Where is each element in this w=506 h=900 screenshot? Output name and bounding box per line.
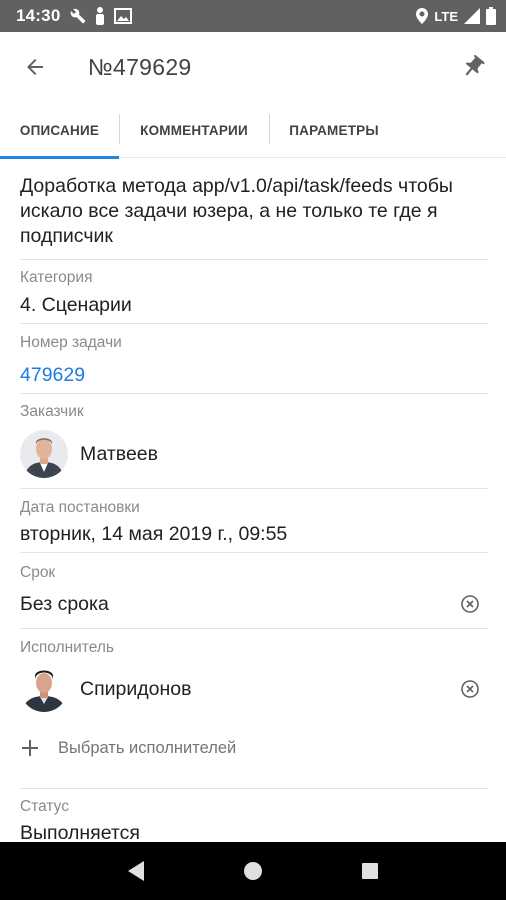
add-executors-label: Выбрать исполнителей <box>58 738 237 757</box>
date-value: вторник, 14 мая 2019 г., 09:55 <box>20 523 288 545</box>
location-icon <box>416 8 429 24</box>
recents-square-icon <box>361 863 378 879</box>
remove-executor-button[interactable] <box>458 677 482 701</box>
nav-back-button[interactable] <box>116 851 156 891</box>
tab-parameters[interactable]: ПАРАМЕТРЫ <box>269 102 399 158</box>
tab-description[interactable]: ОПИСАНИЕ <box>0 102 119 159</box>
tab-separator <box>119 114 120 144</box>
home-circle-icon <box>243 862 262 880</box>
status-bar: 14:30 LTE <box>0 0 506 32</box>
page-title: №479629 <box>88 53 192 80</box>
arrow-back-icon <box>27 59 43 75</box>
add-executors-button[interactable]: Выбрать исполнителей <box>20 730 236 766</box>
divider <box>20 323 488 324</box>
nav-recents-button[interactable] <box>350 851 390 891</box>
divider <box>20 628 488 629</box>
deadline-label: Срок <box>20 564 56 581</box>
battery-icon <box>486 7 496 25</box>
category-value: 4. Сценарии <box>20 294 132 316</box>
clear-circle-icon <box>461 680 479 698</box>
tab-comments-label: КОММЕНТАРИИ <box>140 122 248 138</box>
divider <box>20 393 488 394</box>
divider <box>20 788 488 789</box>
date-label: Дата постановки <box>20 499 140 516</box>
pin-button[interactable] <box>452 46 494 88</box>
divider <box>20 259 488 260</box>
signal-icon <box>464 8 480 24</box>
back-button[interactable] <box>0 32 70 102</box>
executor-avatar[interactable] <box>20 664 68 712</box>
pin-icon <box>465 54 485 76</box>
category-label: Категория <box>20 269 93 286</box>
tab-comments[interactable]: КОММЕНТАРИИ <box>119 102 269 158</box>
status-icons <box>70 7 133 25</box>
customer-label: Заказчик <box>20 403 84 420</box>
avatar-image <box>20 664 68 712</box>
status-label: Статус <box>20 798 69 815</box>
tab-bar: ОПИСАНИЕ КОММЕНТАРИИ ПАРАМЕТРЫ <box>0 102 506 159</box>
clear-circle-icon <box>461 595 479 613</box>
executor-label: Исполнитель <box>20 639 114 656</box>
wrench-icon <box>71 8 86 24</box>
divider <box>20 552 488 553</box>
task-details: Доработка метода app/v1.0/api/task/feeds… <box>0 158 506 842</box>
person-icon <box>96 7 105 25</box>
photo-icon <box>114 8 133 24</box>
task-description: Доработка метода app/v1.0/api/task/feeds… <box>20 175 453 247</box>
plus-icon <box>20 730 46 766</box>
deadline-value[interactable]: Без срока <box>20 593 109 616</box>
customer-avatar[interactable] <box>20 430 68 478</box>
status-right: LTE <box>416 7 496 25</box>
status-value: Выполняется <box>20 822 140 842</box>
task-number-link[interactable]: 479629 <box>20 364 85 387</box>
nav-home-button[interactable] <box>233 851 273 891</box>
customer-name: Матвеев <box>80 443 158 465</box>
divider <box>20 488 488 489</box>
app-bar: №479629 <box>0 32 506 102</box>
tab-separator <box>269 114 270 144</box>
network-type: LTE <box>434 8 458 24</box>
tab-description-label: ОПИСАНИЕ <box>19 122 100 138</box>
avatar-image <box>20 430 68 478</box>
executor-name: Спиридонов <box>80 678 192 700</box>
system-nav-bar <box>0 842 506 900</box>
clear-deadline-button[interactable] <box>458 592 482 616</box>
status-time: 14:30 <box>16 6 61 25</box>
tab-parameters-label: ПАРАМЕТРЫ <box>289 122 379 138</box>
back-triangle-icon <box>128 861 145 881</box>
task-number-label: Номер задачи <box>20 334 122 351</box>
